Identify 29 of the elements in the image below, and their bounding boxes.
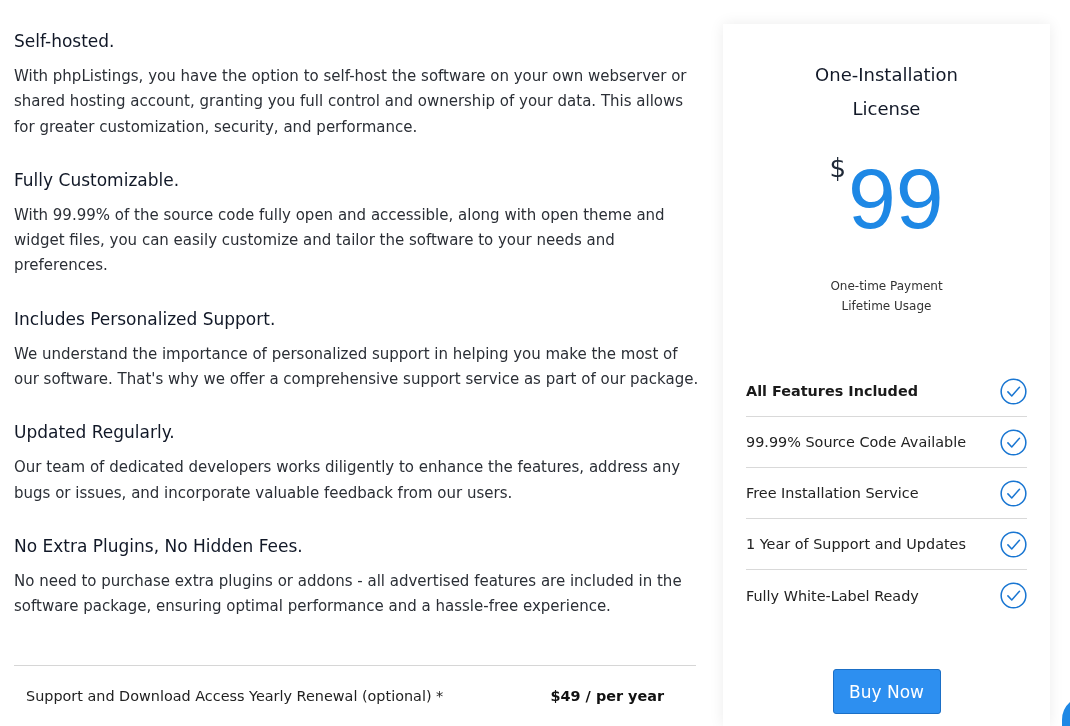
feature-label: All Features Included <box>746 383 918 399</box>
section-paragraph: With phpListings, you have the option to self-host the software on your own webserver or shared hosting account, granting you full control and ownership of your data. This allows for greater customization, security, and performance. <box>14 66 688 138</box>
floating-button-icon[interactable] <box>1062 700 1070 726</box>
feature-label: Fully White-Label Ready <box>746 587 919 604</box>
buy-now-button[interactable]: Buy Now <box>832 669 941 714</box>
feature-label: 1 Year of Support and Updates <box>746 536 966 552</box>
check-circle-icon <box>1000 479 1027 507</box>
plan-title: One-Installation License <box>814 63 959 121</box>
price-note: One-time Payment <box>830 278 943 295</box>
section-heading: No Extra Plugins, No Hidden Fees. <box>14 534 304 558</box>
section-paragraph: With 99.99% of the source code fully open and accessible, along with open theme and widget files, you can easily customize and tailor the software to your needs and preferences. <box>14 204 666 277</box>
section-paragraph: We understand the importance of personalized support in helping you make the most of our software. That's why we offer a comprehensive support service as part of our package. <box>14 343 700 391</box>
feature-label: 99.99% Source Code Available <box>746 434 966 450</box>
renewal-price: $49 / per year <box>550 686 664 706</box>
section-heading: Fully Customizable. <box>14 168 181 192</box>
currency-symbol: $ <box>829 154 846 182</box>
feature-label: Free Installation Service <box>746 485 919 501</box>
section-paragraph: Our team of dedicated developers works diligently to enhance the features, address any bugs or issues, and incorporate valuable feedback from our users. <box>14 457 682 504</box>
check-circle-icon <box>1000 530 1027 558</box>
check-circle-icon <box>1000 582 1027 609</box>
check-circle-icon <box>1000 377 1027 405</box>
section-paragraph: No need to purchase extra plugins or addons - all advertised features are included in the software package, ensuring optimal performance and a hassle-free experience. <box>14 570 683 618</box>
section-heading: Updated Regularly. <box>14 421 176 445</box>
check-circle-icon <box>1000 428 1027 456</box>
section-heading: Self-hosted. <box>14 30 116 53</box>
section-heading: Includes Personalized Support. <box>14 307 277 331</box>
renewal-label: Support and Download Access Yearly Renewal (optional) * <box>26 686 444 706</box>
price-amount: 99 <box>847 158 944 238</box>
price-note: Lifetime Usage <box>841 298 932 315</box>
